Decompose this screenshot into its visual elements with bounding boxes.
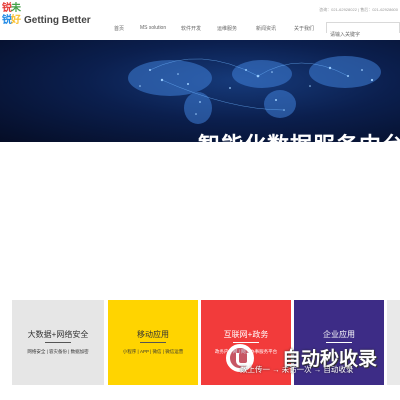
card-subtitle: 小程序 | APP | 微信 | 微信运营 — [122, 349, 184, 354]
watermark-subtitle: 数上传一 → 未访一次 → 自动收录 — [240, 365, 354, 374]
contact-phones: 咨询：021-62928022 | 售后：021-62928600 — [319, 7, 398, 12]
card-divider — [140, 342, 166, 343]
nav-item-home[interactable]: 首页 — [114, 25, 124, 32]
header: 锐 未 锐 好 Getting Better 咨询：021-62928022 |… — [0, 0, 400, 40]
logo-char: 未 — [11, 3, 21, 14]
main-nav: 首页 MS solution 软件开发 运维服务 新闻资讯 关于我们 — [0, 25, 320, 40]
service-card-mobile[interactable]: 移动应用 小程序 | APP | 微信 | 微信运营 — [108, 300, 198, 385]
service-card-bigdata[interactable]: 大数据+网络安全 网络安全 | 容灾备份 | 数据加密 — [12, 300, 104, 385]
nav-item-software[interactable]: 软件开发 — [181, 25, 201, 32]
search-input[interactable] — [327, 30, 399, 40]
card-title: 大数据+网络安全 — [27, 330, 89, 339]
service-card[interactable] — [387, 300, 400, 385]
search-box — [326, 22, 400, 40]
watermark: 自动秒收录 数上传一 → 未访一次 → 自动收录 — [226, 336, 386, 386]
service-card[interactable] — [0, 300, 12, 385]
nav-item-about[interactable]: 关于我们 — [294, 25, 314, 32]
card-subtitle: 网络安全 | 容灾备份 | 数据加密 — [27, 349, 89, 354]
nav-item-ops[interactable]: 运维服务 — [217, 25, 237, 32]
banner-title: 智能化数据服务中台 — [198, 128, 400, 142]
nav-item-ms-solution[interactable]: MS solution — [140, 25, 166, 31]
page: 锐 未 锐 好 Getting Better 咨询：021-62928022 |… — [0, 0, 400, 400]
world-map-graphic — [128, 56, 381, 124]
card-title: 移动应用 — [137, 330, 169, 339]
nav-item-news[interactable]: 新闻资讯 — [256, 25, 276, 32]
hero-banner[interactable]: 智能化数据服务中台 — [0, 40, 400, 142]
card-divider — [45, 342, 71, 343]
